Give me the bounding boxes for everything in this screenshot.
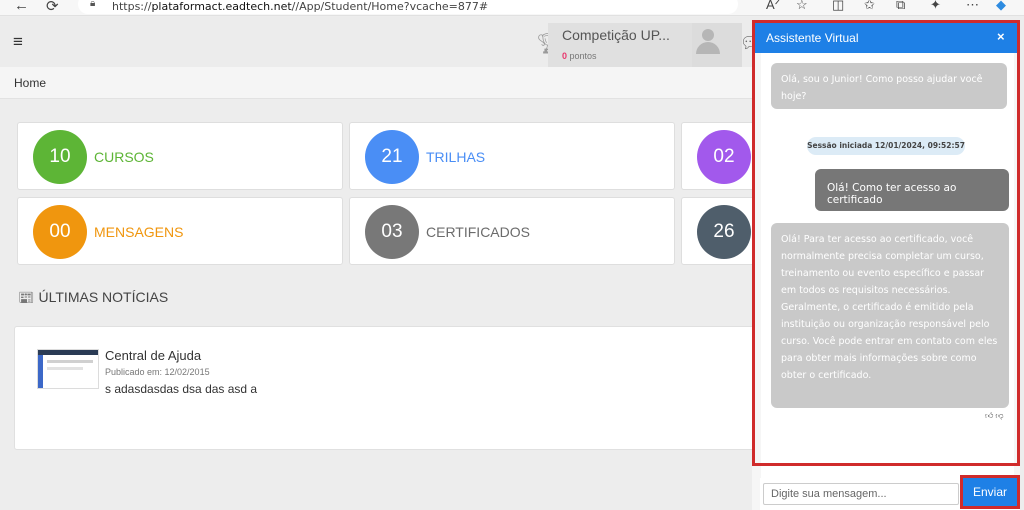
user-menu[interactable] [692,23,742,67]
chat-messages[interactable]: Olá, sou o Junior! Como posso ajudar voc… [761,53,1014,479]
card-trilhas[interactable]: 21 TRILHAS [349,122,675,190]
competition-title: Competição UP... [562,27,670,43]
reload-icon[interactable]: ⟳ [46,0,59,15]
card-count: 10 [33,130,87,184]
message-input[interactable] [763,483,959,505]
card-cursos[interactable]: 10 CURSOS [17,122,343,190]
assistant-title: Assistente Virtual [766,31,859,45]
browser-icons: Aᐟ ☆ ◫ ✩ ⧉ ✦ ⋯ ◆ [744,0,1024,15]
collections-icon[interactable]: ⧉ [896,0,905,13]
card-label: TRILHAS [426,149,486,165]
card-count: 21 [365,130,419,184]
competition-points: 0 pontos [562,51,597,61]
card-mensagens[interactable]: 00 MENSAGENS [17,197,343,265]
address-bar[interactable]: 🔒︎ https://plataformact.eadtech.net//App… [78,0,738,14]
breadcrumb: Home [14,76,47,90]
lock-icon: 🔒︎ [90,0,96,9]
extensions-icon[interactable]: ✦ [930,0,941,13]
send-highlight-frame: Enviar [960,475,1020,509]
send-button[interactable]: Enviar [963,478,1017,506]
assistant-header: Assistente Virtual × [755,23,1017,53]
session-timestamp: Sessão iniciada 12/01/2024, 09:52:57 [807,137,965,155]
back-arrow-icon[interactable]: ← [14,0,29,14]
copilot-icon[interactable]: ◆ [996,0,1006,13]
feedback-icons: 👍︎ 👎︎ [983,411,1004,421]
news-thumbnail[interactable] [37,349,99,389]
url-host: plataformact.eadtech.net [151,0,292,13]
competition-widget[interactable]: Competição UP... 0 pontos [548,23,692,67]
thumbs-down-icon[interactable]: 👎︎ [995,411,1003,420]
virtual-assistant-panel: Assistente Virtual × Olá, sou o Junior! … [752,20,1020,510]
card-label: CURSOS [94,149,154,165]
favorite-icon[interactable]: ☆ [796,0,808,13]
read-aloud-icon[interactable]: Aᐟ [766,0,780,13]
card-label: CERTIFICADOS [426,224,530,240]
news-title[interactable]: Central de Ajuda [105,348,201,363]
browser-toolbar: ← ⟳ 🔒︎ https://plataformact.eadtech.net/… [0,0,1024,16]
user-message: Olá! Como ter acesso ao certificado [815,169,1009,211]
close-icon[interactable]: × [997,29,1005,44]
bot-message: Olá, sou o Junior! Como posso ajudar voc… [771,63,1007,109]
card-label: MENSAGENS [94,224,184,240]
newspaper-icon: 📰︎ [18,290,35,305]
url-scheme: https:// [112,0,152,13]
card-count: 26 [697,205,751,259]
split-screen-icon[interactable]: ◫ [832,0,844,13]
avatar [696,29,720,55]
points-label: pontos [569,51,597,61]
menu-icon[interactable]: ≡ [13,32,23,52]
card-count: 03 [365,205,419,259]
card-count: 00 [33,205,87,259]
card-certificados[interactable]: 03 CERTIFICADOS [349,197,675,265]
bot-message: Olá! Para ter acesso ao certificado, voc… [771,223,1009,408]
more-icon[interactable]: ⋯ [966,0,979,13]
news-heading: 📰︎ ÚLTIMAS NOTÍCIAS [18,289,168,306]
card-count: 02 [697,130,751,184]
news-list: Central de Ajuda Publicado em: 12/02/201… [14,326,760,450]
favorites-bar-icon[interactable]: ✩ [864,0,875,13]
thumbs-up-icon[interactable]: 👍︎ [985,411,993,420]
news-excerpt: s adasdasdas dsa das asd a [105,382,258,396]
app-header: ≡ 🏆︎ Competição UP... 0 pontos [0,17,760,67]
news-heading-text: ÚLTIMAS NOTÍCIAS [38,289,169,305]
points-value: 0 [562,51,568,61]
news-date: Publicado em: 12/02/2015 [105,367,210,377]
breadcrumb-bar: Home [0,67,760,99]
url-path: //App/Student/Home?vcache=877# [291,0,489,13]
